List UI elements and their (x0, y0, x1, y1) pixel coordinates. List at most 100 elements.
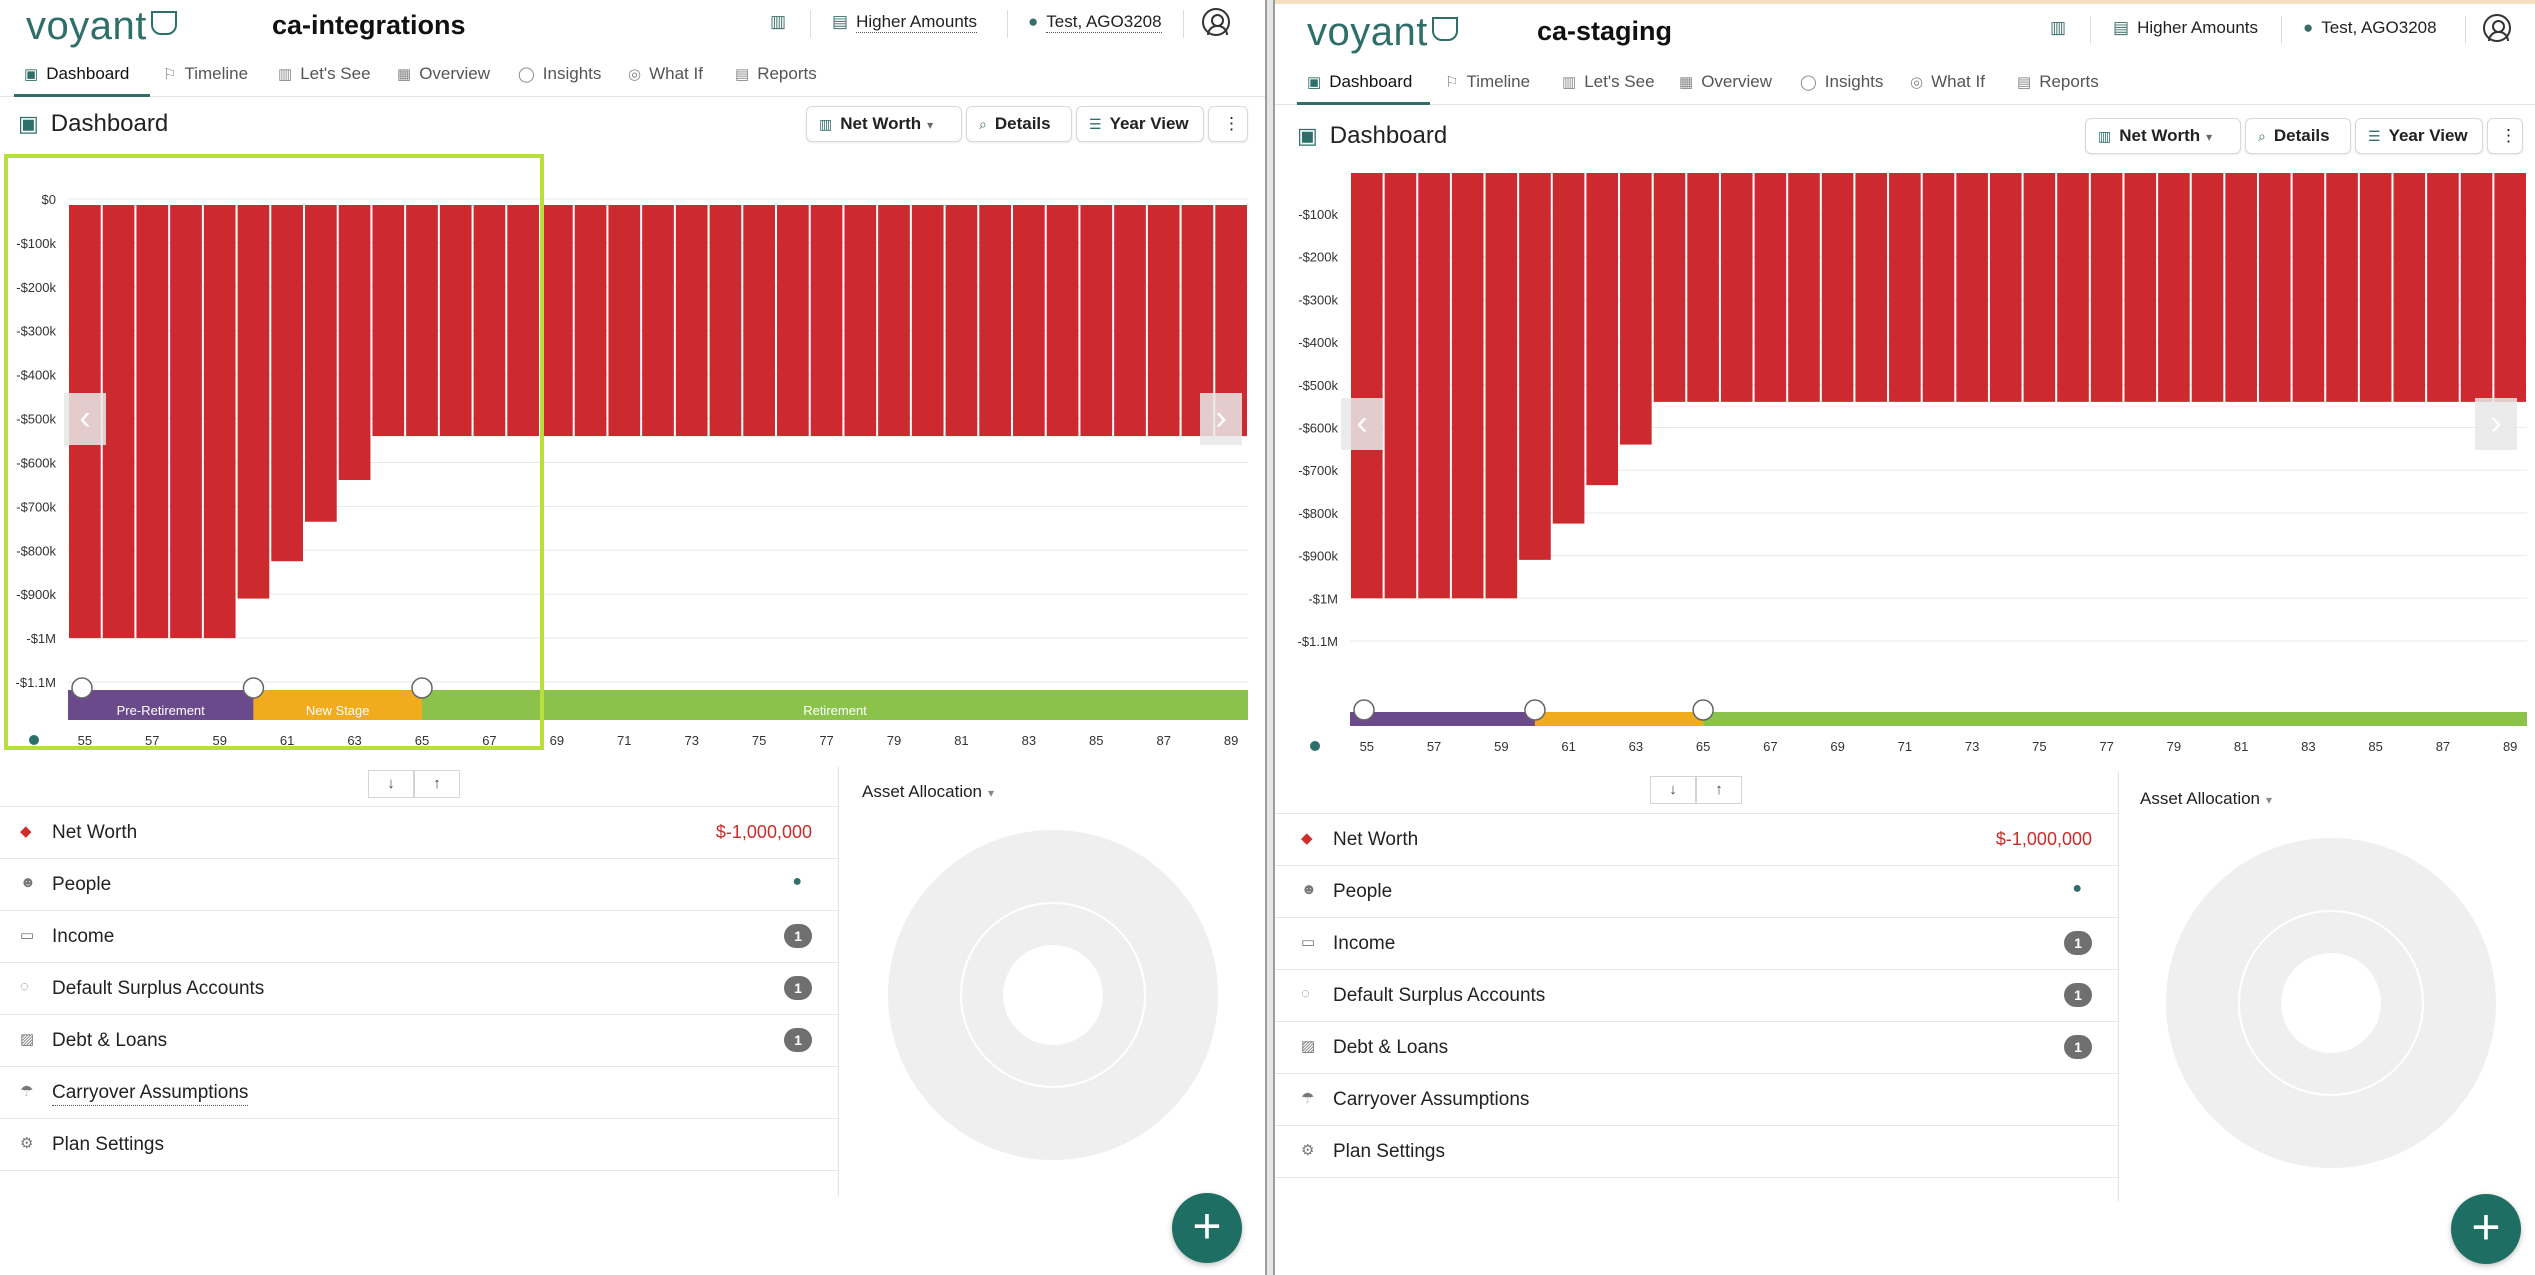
user-selector[interactable]: ● Test, AGO3208 (2303, 18, 2437, 38)
summary-row-people[interactable]: ☻ People ● (1275, 866, 2118, 918)
chart-type-select[interactable]: ▥ Net Worth ▾ (806, 106, 962, 142)
x-tick-label: 81 (954, 733, 968, 748)
tab-what-if[interactable]: ◎ What If (628, 64, 703, 84)
main-tabs: ▣ Dashboard ⚐ Timeline ▥ Let's See ▦ Overvie… (1275, 64, 2535, 105)
summary-row-carryover[interactable]: ☂ Carryover Assumptions (0, 1067, 838, 1119)
year-view-button[interactable]: ☰ Year View (1076, 106, 1204, 142)
summary-row-surplus-accounts[interactable]: ◌ Default Surplus Accounts 1 (0, 963, 838, 1015)
tab-timeline[interactable]: ⚐ Timeline (1445, 72, 1530, 92)
panel-divider (838, 766, 839, 1196)
tab-lets-see[interactable]: ▥ Let's See (1562, 72, 1655, 92)
compass-icon: ◎ (628, 66, 642, 83)
chart-next-button[interactable]: › (1200, 393, 1242, 445)
scenario-selector[interactable]: ▤ Higher Amounts (2113, 18, 2258, 38)
bar (2225, 173, 2257, 402)
more-menu-button[interactable]: ⋮ (2487, 118, 2523, 154)
tab-label: Dashboard (46, 64, 130, 83)
x-tick-label: 79 (887, 733, 901, 748)
summary-row-debt-loans[interactable]: ▨ Debt & Loans 1 (0, 1015, 838, 1067)
person-icon: ● (792, 873, 802, 890)
split-view-divider[interactable] (1265, 0, 1275, 1275)
logo-text: voyant (26, 4, 147, 48)
tab-lets-see[interactable]: ▥ Let's See (278, 64, 371, 84)
asset-allocation-select[interactable]: Asset Allocation ▾ (2140, 789, 2272, 809)
details-button[interactable]: ⌕ Details (966, 106, 1072, 142)
tab-reports[interactable]: ▤ Reports (2017, 72, 2099, 92)
y-tick-label: -$100k (1298, 207, 1338, 222)
add-button[interactable]: + (1172, 1193, 1242, 1263)
chart-type-select[interactable]: ▥ Net Worth ▾ (2085, 118, 2241, 154)
summary-label: Income (1333, 933, 1396, 954)
x-tick-label: 75 (752, 733, 766, 748)
arrow-up-icon[interactable]: ↑ (1696, 776, 1742, 804)
count-badge: 1 (784, 1028, 812, 1052)
bar (2494, 173, 2526, 402)
arrow-up-icon[interactable]: ↑ (414, 770, 460, 798)
tab-insights[interactable]: ◯ Insights (518, 64, 601, 84)
separator (1183, 10, 1184, 38)
chart-next-button[interactable]: › (2475, 398, 2517, 450)
net-worth-chart: -$100k -$200k -$300k -$400k -$500k -$600k -$70… (1275, 159, 2535, 764)
y-tick-label: -$300k (1298, 292, 1338, 307)
account-icon[interactable] (1202, 8, 1230, 36)
x-tick-label: 85 (2368, 739, 2382, 754)
arrow-down-icon[interactable]: ↓ (368, 770, 414, 798)
scenario-selector[interactable]: ▤ Higher Amounts (832, 12, 978, 33)
summary-row-people[interactable]: ☻ People ● (0, 859, 838, 911)
debt-icon: ▨ (20, 1031, 35, 1048)
summary-list: ◆ Net Worth $-1,000,000 ☻ People ● ▭ Income 1 … (0, 806, 838, 1171)
details-label: Details (2273, 126, 2330, 145)
top-bar: voyant ca-integrations ▥ ▤ Higher Amounts… (0, 0, 1265, 50)
summary-row-plan-settings[interactable]: ⚙ Plan Settings (1275, 1126, 2118, 1178)
bar (777, 205, 809, 437)
tab-overview[interactable]: ▦ Overview (397, 64, 490, 84)
bar (608, 205, 641, 437)
summary-row-income[interactable]: ▭ Income 1 (0, 911, 838, 963)
summary-row-surplus-accounts[interactable]: ◌ Default Surplus Accounts 1 (1275, 970, 2118, 1022)
summary-label: Net Worth (52, 822, 138, 843)
account-icon[interactable] (2483, 14, 2511, 42)
bar (844, 205, 877, 437)
summary-row-carryover[interactable]: ☂ Carryover Assumptions (1275, 1074, 2118, 1126)
tab-overview[interactable]: ▦ Overview (1679, 72, 1772, 92)
tab-what-if[interactable]: ◎ What If (1910, 72, 1985, 92)
summary-row-plan-settings[interactable]: ⚙ Plan Settings (0, 1119, 838, 1171)
voyant-logo[interactable]: voyant (1307, 10, 1458, 55)
x-tick-label: 75 (2032, 739, 2046, 754)
chevron-down-icon: ▾ (2266, 793, 2273, 807)
map-icon[interactable]: ▥ (2050, 18, 2074, 38)
more-menu-button[interactable]: ⋮ (1208, 106, 1248, 142)
tab-dashboard[interactable]: ▣ Dashboard (24, 64, 129, 84)
x-tick-label: 59 (1494, 739, 1508, 754)
dashboard-icon: ▣ (1297, 123, 1318, 148)
tab-label: Insights (1824, 72, 1884, 91)
year-view-button[interactable]: ☰ Year View (2355, 118, 2483, 154)
arrow-down-icon[interactable]: ↓ (1650, 776, 1696, 804)
add-button[interactable]: + (2451, 1194, 2521, 1264)
summary-row-net-worth[interactable]: ◆ Net Worth $-1,000,000 (1275, 814, 2118, 866)
summary-row-income[interactable]: ▭ Income 1 (1275, 918, 2118, 970)
voyant-logo[interactable]: voyant (26, 4, 177, 49)
user-selector[interactable]: ● Test, AGO3208 (1028, 12, 1162, 33)
x-tick-label: 83 (2301, 739, 2315, 754)
list-icon: ☰ (2368, 128, 2381, 144)
x-tick-label: 73 (1965, 739, 1979, 754)
tab-dashboard[interactable]: ▣ Dashboard (1307, 72, 1412, 92)
summary-row-debt-loans[interactable]: ▨ Debt & Loans 1 (1275, 1022, 2118, 1074)
tab-label: Dashboard (1329, 72, 1413, 91)
bar (2057, 173, 2089, 402)
summary-row-net-worth[interactable]: ◆ Net Worth $-1,000,000 (0, 807, 838, 859)
tab-insights[interactable]: ◯ Insights (1800, 72, 1883, 92)
asset-allocation-select[interactable]: Asset Allocation ▾ (862, 782, 994, 802)
tab-reports[interactable]: ▤ Reports (735, 64, 817, 84)
gear-icon: ⚙ (1301, 1142, 1315, 1159)
asset-allocation-donut (2166, 838, 2496, 1168)
bar-chart-icon: ▥ (819, 116, 833, 132)
y-tick-label: -$1.1M (1298, 634, 1338, 649)
map-icon[interactable]: ▥ (770, 12, 794, 32)
tab-timeline[interactable]: ⚐ Timeline (163, 64, 248, 84)
tab-label: Overview (419, 64, 491, 83)
details-button[interactable]: ⌕ Details (2245, 118, 2351, 154)
chart-prev-button[interactable]: ‹ (1341, 398, 1383, 450)
donut-hole (2281, 953, 2381, 1053)
